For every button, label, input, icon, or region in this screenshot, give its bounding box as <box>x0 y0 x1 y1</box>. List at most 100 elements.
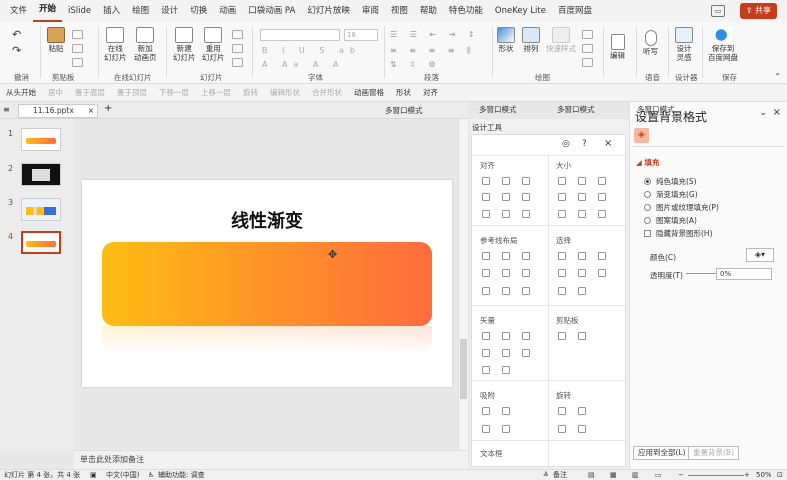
tool-icon[interactable] <box>482 332 490 340</box>
close-icon[interactable]: × <box>88 105 94 117</box>
tool-icon[interactable] <box>578 332 586 340</box>
window-mode-tab[interactable]: 多窗口模式 <box>637 104 675 115</box>
tool-icon[interactable] <box>578 210 586 218</box>
slide-thumb-3[interactable] <box>21 198 61 221</box>
chevron-down-icon[interactable]: ⌄ <box>759 108 767 118</box>
zoom-slider[interactable] <box>688 475 744 476</box>
tool-icon[interactable] <box>482 177 490 185</box>
tool-icon[interactable] <box>502 366 510 374</box>
slideshow-icon[interactable]: ▭ <box>655 470 662 480</box>
transparency-input[interactable]: 0% <box>716 268 772 280</box>
dictate-button[interactable]: 听写 <box>643 30 658 56</box>
tool-icon[interactable] <box>482 425 490 433</box>
menu-item-2[interactable]: iSlide <box>62 0 97 22</box>
apply-all-button[interactable]: 应用到全部(L) <box>633 446 691 460</box>
zoom-out-icon[interactable]: − <box>678 470 684 480</box>
menu-item-10[interactable]: 审阅 <box>356 0 385 22</box>
tool-icon[interactable] <box>502 425 510 433</box>
undo-icon[interactable]: ↶ <box>12 28 21 41</box>
menu-item-12[interactable]: 帮助 <box>414 0 443 22</box>
menu-item-6[interactable]: 切换 <box>184 0 213 22</box>
accessibility-status[interactable]: 辅助功能: 调查 <box>158 470 205 480</box>
online-slide-button[interactable]: 在线 幻灯片 <box>104 27 127 62</box>
tool-icon[interactable] <box>522 287 530 295</box>
tool-icon[interactable] <box>522 252 530 260</box>
quick-item-9[interactable]: 动画窗格 <box>348 87 390 98</box>
menu-item-1[interactable]: 开始 <box>33 0 63 22</box>
paste-button[interactable]: 粘贴 <box>47 27 65 53</box>
tool-icon[interactable] <box>482 366 490 374</box>
tool-icon[interactable] <box>502 193 510 201</box>
tool-icon[interactable] <box>522 349 530 357</box>
quick-item-11[interactable]: 对齐 <box>417 87 444 98</box>
tool-icon[interactable] <box>522 269 530 277</box>
menu-item-3[interactable]: 插入 <box>97 0 126 22</box>
pattern-fill-option[interactable]: 图案填充(A) <box>644 215 697 226</box>
reading-view-icon[interactable]: ▥ <box>632 470 639 480</box>
new-tab-icon[interactable]: + <box>104 103 112 114</box>
quick-item-3[interactable]: 置于顶层 <box>111 87 153 98</box>
menu-item-4[interactable]: 绘图 <box>126 0 155 22</box>
shape-button[interactable]: 形状 <box>497 27 515 53</box>
quick-item-0[interactable]: 从头开始 <box>0 87 42 98</box>
tool-icon[interactable] <box>502 252 510 260</box>
edit-button[interactable]: 编辑 <box>610 34 625 60</box>
redo-icon[interactable]: ↷ <box>12 44 21 57</box>
tool-icon[interactable] <box>522 193 530 201</box>
doc-tab[interactable]: 11.16.pptx × <box>18 104 98 118</box>
transparency-slider[interactable] <box>686 273 716 274</box>
tool-icon[interactable] <box>558 210 566 218</box>
quick-item-10[interactable]: 形状 <box>390 87 417 98</box>
tool-icon[interactable] <box>558 287 566 295</box>
gradient-fill-option[interactable]: 渐变填充(G) <box>644 189 698 200</box>
tool-icon[interactable] <box>578 425 586 433</box>
window-mode-tab[interactable]: 多窗口模式 <box>557 104 595 115</box>
window-mode-tab[interactable]: 多窗口模式 <box>385 104 423 117</box>
tool-icon[interactable] <box>598 177 606 185</box>
tool-icon[interactable] <box>482 252 490 260</box>
tool-icon[interactable] <box>558 193 566 201</box>
vertical-scrollbar[interactable] <box>458 119 468 450</box>
menu-item-7[interactable]: 动画 <box>213 0 242 22</box>
tool-icon[interactable] <box>558 425 566 433</box>
tool-icon[interactable] <box>522 332 530 340</box>
tool-icon[interactable] <box>482 287 490 295</box>
fill-section[interactable]: ◢ 填充 <box>636 157 659 168</box>
slide-title[interactable]: 线性渐变 <box>82 207 452 233</box>
tool-icon[interactable] <box>558 332 566 340</box>
menu-item-13[interactable]: 特色功能 <box>443 0 489 22</box>
menu-item-14[interactable]: OneKey Lite <box>489 0 552 22</box>
tool-icon[interactable] <box>482 349 490 357</box>
font-name-field[interactable] <box>260 29 340 41</box>
tool-icon[interactable] <box>578 407 586 415</box>
shape-effects-icon[interactable] <box>582 58 593 67</box>
share-button[interactable]: ⇪ 共享 <box>739 3 777 19</box>
tool-icon[interactable] <box>578 287 586 295</box>
tool-icon[interactable] <box>502 349 510 357</box>
notes-toggle-icon[interactable]: ≙ <box>543 470 549 480</box>
slide-thumb-4[interactable] <box>21 231 61 254</box>
tool-icon[interactable] <box>578 193 586 201</box>
tool-icon[interactable] <box>598 269 606 277</box>
quick-item-6[interactable]: 旋转 <box>237 87 264 98</box>
arrange-button[interactable]: 排列 <box>522 27 540 53</box>
menu-item-8[interactable]: 口袋动画 PA <box>242 0 301 22</box>
slide-thumb-1[interactable] <box>21 128 61 151</box>
tool-icon[interactable] <box>578 177 586 185</box>
accessibility-icon[interactable]: ♿ <box>148 470 154 480</box>
solid-fill-option[interactable]: 纯色填充(S) <box>644 176 697 187</box>
tool-icon[interactable] <box>558 252 566 260</box>
save-baidu-button[interactable]: 保存到 百度网盘 <box>708 27 738 62</box>
gradient-rectangle[interactable] <box>102 242 432 326</box>
window-mode-tab[interactable]: 多窗口模式 <box>479 104 517 115</box>
slide-thumb-2[interactable] <box>21 163 61 186</box>
picture-fill-option[interactable]: 图片或纹理填充(P) <box>644 202 719 213</box>
reuse-slide-button[interactable]: 重用 幻灯片 <box>202 27 225 62</box>
menu-item-15[interactable]: 百度网盘 <box>552 0 598 22</box>
quick-item-5[interactable]: 上移一层 <box>195 87 237 98</box>
new-slide-button[interactable]: 新建 幻灯片 <box>173 27 196 62</box>
notes-toggle[interactable]: 备注 <box>553 470 567 480</box>
tool-icon[interactable] <box>482 407 490 415</box>
text-direction-buttons[interactable]: ⇅ ⇳ ⚙ <box>390 60 441 69</box>
tool-icon[interactable] <box>578 252 586 260</box>
